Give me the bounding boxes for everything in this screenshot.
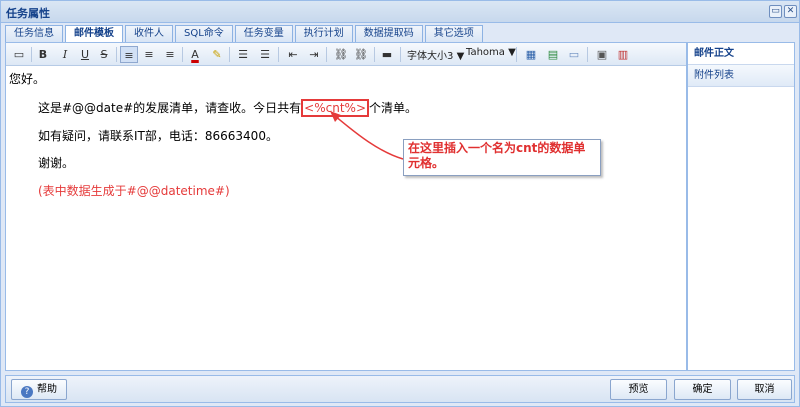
bottom-button-bar: ? 帮助 预览 确定 取消 xyxy=(5,375,795,403)
side-item-attachments[interactable]: 附件列表 xyxy=(688,65,794,87)
side-item-mail-body[interactable]: 邮件正文 xyxy=(688,43,794,65)
callout-arrow xyxy=(330,111,404,160)
ok-button[interactable]: 确定 xyxy=(674,379,731,400)
help-label: 帮助 xyxy=(37,384,57,395)
side-panel: 邮件正文 附件列表 xyxy=(687,42,795,371)
help-button[interactable]: ? 帮助 xyxy=(11,379,67,400)
preview-button[interactable]: 预览 xyxy=(610,379,667,400)
annotation-callout: 在这里插入一个名为cnt的数据单元格。 xyxy=(403,139,601,176)
help-icon: ? xyxy=(21,386,33,398)
task-properties-window: 任务属性 ▭ ✕ 任务信息 邮件模板 收件人 SQL命令 任务变量 执行计划 数… xyxy=(0,0,800,407)
cancel-button[interactable]: 取消 xyxy=(737,379,792,400)
